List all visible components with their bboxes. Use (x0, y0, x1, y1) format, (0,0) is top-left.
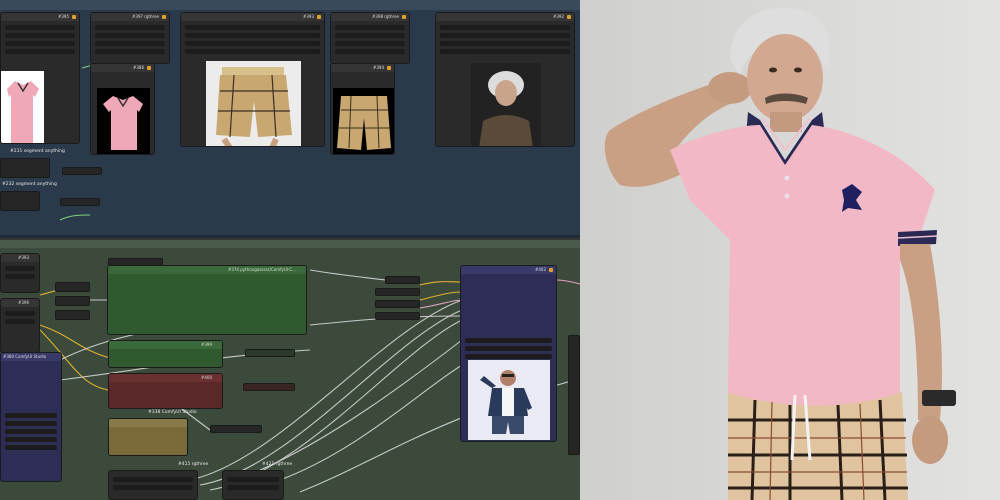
node-bottom-2[interactable]: #396 (0, 298, 40, 353)
node-graph-canvas[interactable]: #395 #397 rgthree #386 #393 #398 rgthree (0, 0, 580, 500)
node-title: #386 (133, 65, 144, 70)
node-title-segment-1: #231 segment anything (10, 149, 65, 154)
result-preview-image (468, 360, 550, 440)
wire (199, 309, 463, 486)
wire (259, 339, 463, 471)
node-title: #395 (58, 14, 69, 19)
node-rgthree-2[interactable]: #398 rgthree (330, 12, 410, 64)
node-image-preview-shorts[interactable]: #394 (330, 63, 395, 155)
node-title: #374 pythongosssss/ComfyUI-C... (227, 267, 296, 272)
node-input-d[interactable] (375, 312, 420, 320)
node-tan-out[interactable] (210, 425, 262, 433)
node-final-output[interactable]: #402 (460, 265, 557, 442)
node-segment-anything-1-out[interactable] (62, 167, 102, 175)
node-title-segment-2: #232 segment anything (2, 182, 57, 187)
node-image-load-shirt[interactable]: #395 (0, 12, 80, 144)
node-title: #396 (18, 300, 29, 305)
node-small-3[interactable] (55, 310, 90, 320)
node-title: #394 (373, 65, 384, 70)
node-input-b[interactable] (375, 288, 420, 296)
wire (556, 279, 580, 285)
node-badge-icon (162, 15, 166, 19)
shirt-mask-preview-image (97, 88, 150, 154)
node-image-load-shorts[interactable]: #393 (180, 12, 325, 147)
shorts-mask-preview-image (333, 88, 394, 154)
node-segment-anything-1[interactable] (0, 158, 50, 178)
node-badge-icon (549, 268, 553, 272)
node-input-a[interactable] (385, 276, 420, 284)
node-title: #380 ComfyUI Studio (3, 354, 47, 359)
node-segment-anything-2[interactable] (0, 191, 40, 211)
node-badge-icon (147, 66, 151, 70)
wire (279, 359, 471, 481)
node-input-c[interactable] (375, 300, 420, 308)
node-badge-icon (317, 15, 321, 19)
node-title-studio-2: #338 ComfyUI Studio (148, 410, 197, 415)
node-red-out[interactable] (243, 383, 295, 391)
node-title: #393 (303, 14, 314, 19)
node-title: #392 (553, 14, 564, 19)
person-preview-image (471, 63, 541, 146)
node-python-gosssss[interactable]: #374 pythongosssss/ComfyUI-C... (107, 265, 307, 335)
wire (419, 299, 463, 309)
shorts-preview-image (206, 61, 301, 146)
node-red[interactable]: #400 (108, 373, 223, 409)
node-badge-icon (567, 15, 571, 19)
node-rgthree-1[interactable]: #397 rgthree (90, 12, 170, 64)
node-rgthree-3[interactable] (108, 470, 198, 500)
node-image-load-person[interactable]: #392 (435, 12, 575, 147)
node-edge-right[interactable] (568, 335, 580, 455)
node-title: #402 (535, 267, 546, 272)
wire (59, 214, 91, 221)
wire (309, 269, 386, 281)
node-rgthree-4[interactable] (222, 470, 284, 500)
result-photo (580, 0, 1000, 500)
node-title: #397 rgthree (132, 14, 159, 19)
node-small-2[interactable] (55, 296, 90, 306)
node-badge-icon (72, 15, 76, 19)
wire (419, 291, 463, 301)
node-bottom-1[interactable]: #393 (0, 253, 40, 293)
node-image-preview-shirt[interactable]: #386 (90, 63, 155, 155)
node-green-small[interactable]: #399 (108, 340, 223, 368)
wire (419, 281, 463, 286)
shirt-preview-image (1, 71, 44, 143)
node-title: #398 rgthree (372, 14, 399, 19)
node-green-out[interactable] (245, 349, 295, 357)
node-small-1[interactable] (55, 282, 90, 292)
node-tan[interactable] (108, 418, 188, 456)
node-badge-icon (402, 15, 406, 19)
node-title-rgthree-3: #415 rgthree (178, 462, 209, 467)
node-badge-icon (387, 66, 391, 70)
node-title: #400 (201, 375, 212, 380)
node-segment-anything-2-out[interactable] (60, 198, 100, 206)
node-title: #393 (18, 255, 29, 260)
node-comfyui-studio-1[interactable]: #380 ComfyUI Studio (0, 352, 62, 482)
node-title: #399 (201, 342, 212, 347)
node-title-rgthree-4: #421 rgthree (262, 462, 293, 467)
